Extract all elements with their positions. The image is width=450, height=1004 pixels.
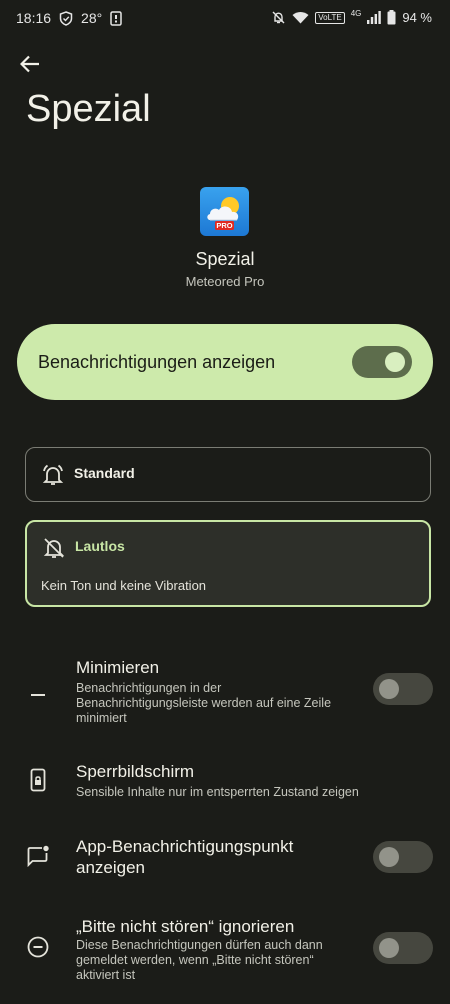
setting-minimize-title: Minimieren	[76, 658, 160, 677]
back-button[interactable]	[14, 50, 46, 82]
switch-thumb	[379, 679, 399, 699]
minimize-switch[interactable]	[373, 673, 433, 705]
channel-name: Spezial	[195, 249, 255, 269]
setting-lock-screen[interactable]: Sperrbildschirm Sensible Inhalte nur im …	[0, 755, 450, 810]
setting-override-dnd[interactable]: „Bitte nicht stören“ ignorieren Diese Be…	[0, 913, 450, 993]
setting-notification-dot[interactable]: App-Benachrichtigungspunkt anzeigen	[0, 832, 450, 884]
option-silent-label: Lautlos	[75, 538, 125, 554]
override-dnd-switch[interactable]	[373, 932, 433, 964]
show-notifications-label: Benachrichtigungen anzeigen	[38, 352, 276, 372]
page-title: Spezial	[26, 88, 151, 130]
app-name: Meteored Pro	[185, 274, 265, 289]
status-temperature: 28°	[81, 10, 103, 26]
switch-thumb	[379, 938, 399, 958]
lock-screen-icon	[26, 768, 50, 792]
network-type: 4G	[350, 9, 362, 18]
option-standard-label: Standard	[74, 465, 135, 481]
shield-icon	[59, 10, 73, 26]
do-not-disturb-icon	[26, 935, 50, 959]
bell-ringing-icon	[41, 463, 65, 492]
switch-thumb	[385, 352, 405, 372]
show-notifications-toggle-row[interactable]: Benachrichtigungen anzeigen	[17, 324, 433, 400]
status-time: 18:16	[16, 10, 52, 26]
notification-dot-icon	[26, 844, 50, 868]
show-notifications-switch[interactable]	[352, 346, 412, 378]
switch-thumb	[379, 847, 399, 867]
volte-icon: VoLTE	[315, 11, 345, 24]
bell-off-icon	[271, 10, 286, 25]
setting-lock-screen-title: Sperrbildschirm	[76, 762, 195, 781]
setting-minimize[interactable]: Minimieren Benachrichtigungen in der Ben…	[0, 650, 450, 730]
setting-override-dnd-title: „Bitte nicht stören“ ignorieren	[76, 917, 295, 936]
setting-lock-screen-description: Sensible Inhalte nur im entsperrten Zust…	[76, 785, 359, 799]
battery-icon	[387, 10, 396, 25]
arrow-left-icon	[19, 55, 40, 78]
minimize-icon	[26, 683, 50, 707]
setting-notification-dot-title: App-Benachrichtigungspunkt anzeigen	[76, 837, 294, 877]
app-icon-badge: PRO	[216, 221, 232, 230]
option-silent[interactable]: Lautlos Kein Ton und keine Vibration	[25, 520, 431, 607]
battery-level: 94 %	[402, 10, 432, 25]
wifi-icon	[292, 11, 309, 24]
status-bar: 18:16 28° VoLTE 4G 94 %	[0, 0, 450, 36]
option-standard[interactable]: Standard	[25, 447, 431, 502]
setting-override-dnd-description: Diese Benachrichtigungen dürfen auch dan…	[76, 938, 323, 982]
notification-dot-switch[interactable]	[373, 841, 433, 873]
option-silent-description: Kein Ton und keine Vibration	[41, 578, 207, 593]
signal-icon	[367, 11, 382, 24]
notification-icon	[110, 10, 122, 26]
bell-off-icon	[42, 536, 66, 565]
setting-minimize-description: Benachrichtigungen in der Benachrichtigu…	[76, 681, 332, 725]
notification-settings-page: 18:16 28° VoLTE 4G 94 % Spezial PRO Spez…	[0, 0, 450, 1004]
app-icon: PRO	[200, 187, 249, 236]
